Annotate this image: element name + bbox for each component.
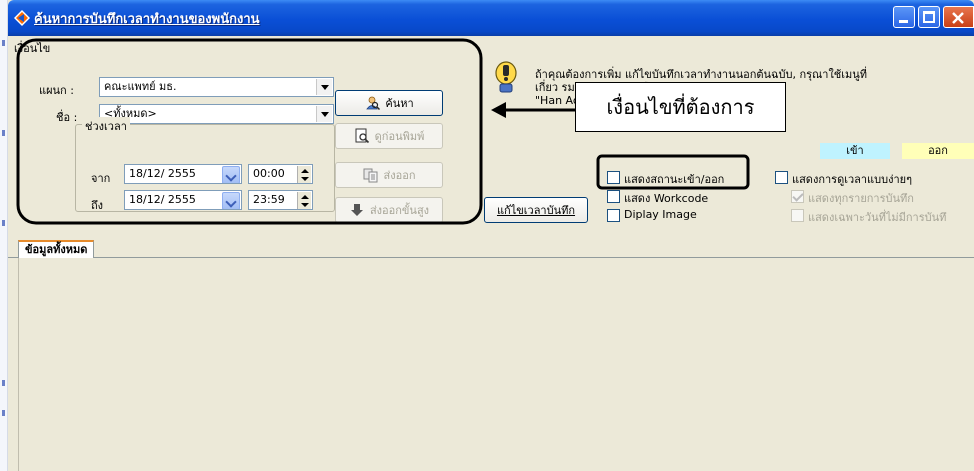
- spin-arrows-icon[interactable]: [297, 192, 311, 209]
- show-in-out-checkbox[interactable]: [607, 171, 620, 184]
- show-in-out-label: แสดงสถานะเข้า/ออก: [624, 173, 725, 186]
- from-date-value: 18/12/ 2555: [129, 167, 196, 180]
- close-icon: [952, 12, 964, 24]
- display-image-label: Diplay Image: [624, 208, 697, 221]
- maximize-button[interactable]: [918, 6, 940, 28]
- display-image-checkbox[interactable]: [607, 209, 620, 222]
- maximize-icon: [923, 11, 935, 23]
- minimize-icon: [899, 20, 908, 23]
- print-preview-icon: [355, 128, 369, 144]
- legend-out-badge: ออก: [902, 143, 974, 159]
- print-preview-label: ดูก่อนพิมพ์: [374, 130, 425, 143]
- period-label: ช่วงเวลา: [82, 117, 130, 135]
- search-window: ค้นหาการบันทึกเวลาทำงานของพนักงาน เงื่อน…: [8, 0, 974, 471]
- show-workcode-label: แสดง Workcode: [624, 192, 709, 205]
- edit-record-button[interactable]: แก้ไขเวลาบันทึก: [484, 197, 588, 223]
- print-preview-button[interactable]: ดูก่อนพิมพ์: [335, 123, 443, 149]
- calendar-dropdown-icon[interactable]: [222, 192, 240, 209]
- edit-record-label: แก้ไขเวลาบันทึก: [496, 204, 576, 217]
- name-select[interactable]: <ทั้งหมด>: [99, 104, 334, 124]
- export-label: ส่งออก: [383, 169, 416, 182]
- show-workcode-checkbox[interactable]: [607, 190, 620, 203]
- show-all-records-label: แสดงทุกรายการบันทึก: [808, 192, 914, 205]
- tab-all-data[interactable]: ข้อมูลทั้งหมด: [18, 240, 95, 259]
- department-select[interactable]: คณะแพทย์ มธ.: [99, 77, 334, 97]
- export-button[interactable]: ส่งออก: [335, 162, 443, 188]
- simple-view-label: แสดงการดูเวลาแบบง่ายๆ: [792, 173, 913, 186]
- name-label: ชื่อ :: [56, 111, 78, 124]
- annotation-callout: เงื่อนไขที่ต้องการ: [575, 82, 786, 132]
- from-time-value: 00:00: [253, 167, 285, 180]
- chevron-down-icon[interactable]: [316, 79, 332, 95]
- spin-arrows-icon[interactable]: [297, 166, 311, 183]
- show-no-record-days-checkbox[interactable]: [791, 209, 804, 222]
- window-title: ค้นหาการบันทึกเวลาทำงานของพนักงาน: [34, 12, 260, 27]
- legend-in-badge: เข้า: [820, 143, 890, 159]
- app-icon: [14, 10, 30, 26]
- advanced-export-label: ส่งออกขั้นสูง: [369, 204, 430, 217]
- search-button[interactable]: ค้นหา: [335, 90, 443, 116]
- to-time-value: 23:59: [253, 193, 285, 206]
- download-arrow-icon: [350, 204, 363, 216]
- background-strip: [0, 0, 8, 471]
- to-label: ถึง: [91, 199, 104, 212]
- from-time-stepper[interactable]: 00:00: [248, 164, 313, 184]
- export-icon: [363, 168, 378, 183]
- calendar-dropdown-icon[interactable]: [222, 166, 240, 183]
- from-date-picker[interactable]: 18/12/ 2555: [124, 164, 242, 184]
- results-area[interactable]: [18, 258, 974, 471]
- filter-group-label: เงื่อนไข: [14, 42, 51, 55]
- department-value: คณะแพทย์ มธ.: [104, 80, 177, 93]
- title-bar[interactable]: ค้นหาการบันทึกเวลาทำงานของพนักงาน: [8, 0, 974, 36]
- info-line-1: ถ้าคุณต้องการเพิ่ม แก้ไขบันทึกเวลาทำงานน…: [535, 68, 868, 81]
- search-button-label: ค้นหา: [385, 97, 414, 110]
- from-label: จาก: [91, 172, 111, 185]
- minimize-button[interactable]: [893, 6, 915, 28]
- simple-view-checkbox[interactable]: [775, 171, 788, 184]
- to-time-stepper[interactable]: 23:59: [248, 190, 313, 210]
- to-date-picker[interactable]: 18/12/ 2555: [124, 190, 242, 210]
- tab-strip: [8, 236, 974, 258]
- close-button[interactable]: [943, 6, 974, 28]
- department-label: แผนก :: [39, 84, 74, 97]
- show-no-record-days-label: แสดงเฉพาะวันที่ไม่มีการบันทึ: [808, 211, 947, 224]
- chevron-down-icon[interactable]: [316, 106, 332, 122]
- show-all-records-checkbox[interactable]: [791, 190, 804, 203]
- advanced-export-button[interactable]: ส่งออกขั้นสูง: [335, 197, 443, 223]
- to-date-value: 18/12/ 2555: [129, 193, 196, 206]
- search-user-icon: [366, 96, 381, 111]
